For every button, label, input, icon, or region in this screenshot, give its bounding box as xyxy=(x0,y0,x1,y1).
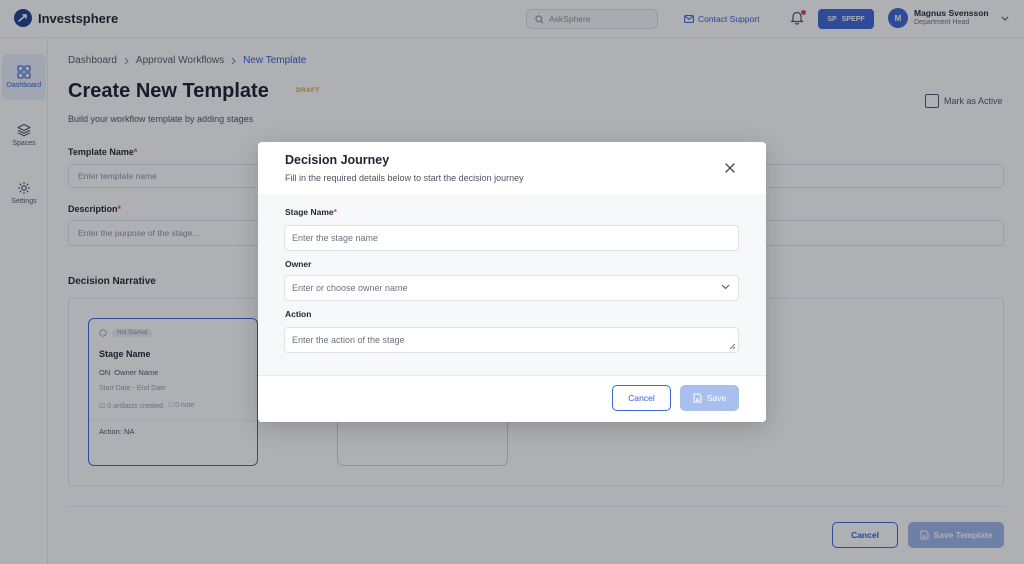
required-mark: * xyxy=(333,207,337,217)
dialog-save-label: Save xyxy=(706,393,727,403)
owner-label: Owner xyxy=(285,259,312,269)
action-label: Action xyxy=(285,309,312,319)
dialog-title: Decision Journey xyxy=(285,153,390,167)
save-icon xyxy=(693,393,702,403)
dialog-header: Decision Journey Fill in the required de… xyxy=(258,142,766,194)
owner-select[interactable]: Enter or choose owner name xyxy=(284,275,739,301)
close-icon xyxy=(725,163,735,173)
dialog-cancel-button[interactable]: Cancel xyxy=(612,385,671,411)
close-button[interactable] xyxy=(723,161,737,175)
dialog-footer: Cancel Save xyxy=(258,376,766,422)
action-placeholder: Enter the action of the stage xyxy=(292,335,405,345)
dialog-subtitle: Fill in the required details below to st… xyxy=(285,173,524,183)
stage-name-label-text: Stage Name xyxy=(285,207,334,217)
owner-placeholder: Enter or choose owner name xyxy=(292,283,408,293)
action-textarea[interactable]: Enter the action of the stage xyxy=(284,327,739,353)
resize-handle-icon[interactable] xyxy=(729,343,736,350)
stage-name-label: Stage Name* xyxy=(285,207,337,217)
decision-journey-dialog: Decision Journey Fill in the required de… xyxy=(258,142,766,422)
dialog-body: Stage Name* Enter the stage name Owner E… xyxy=(258,194,766,376)
stage-name-placeholder: Enter the stage name xyxy=(292,233,379,243)
stage-name-input[interactable]: Enter the stage name xyxy=(284,225,739,251)
chevron-down-icon xyxy=(721,284,730,290)
dialog-save-button[interactable]: Save xyxy=(680,385,739,411)
